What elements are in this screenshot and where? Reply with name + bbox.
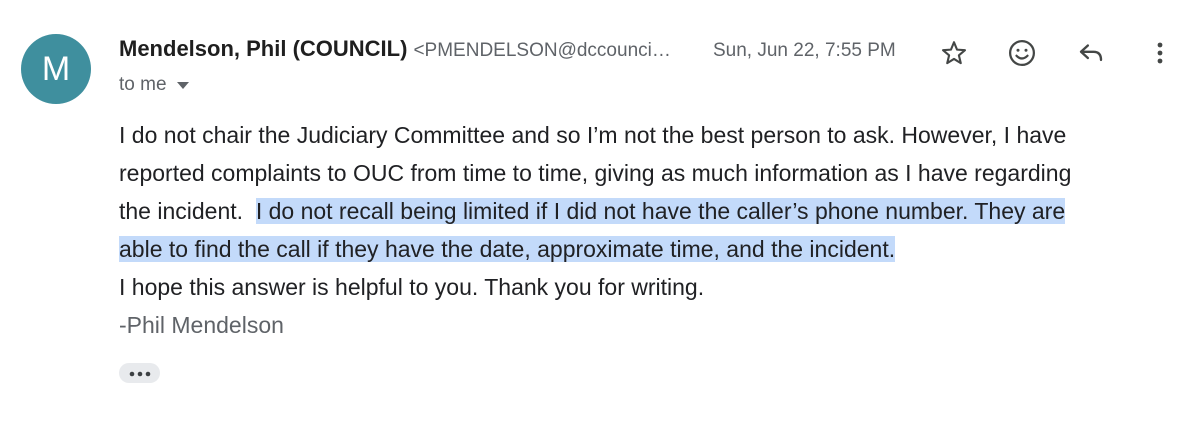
recipient-toggle[interactable]: to me [119,74,189,96]
body-line: reported complaints to OUC from time to … [119,160,1072,186]
highlighted-text: able to find the call if they have the d… [119,236,896,262]
message-body: I do not chair the Judiciary Committee a… [119,116,1179,344]
sender-info: Mendelson, Phil (COUNCIL) <PMENDELSON@dc… [119,36,673,62]
sender-avatar[interactable]: M [21,34,91,104]
body-text: the incident. [119,198,256,224]
ellipsis-icon [129,364,151,382]
star-button[interactable] [937,36,971,70]
highlighted-text: I do not recall being limited if I did n… [255,198,1066,224]
star-icon [940,39,968,67]
chevron-down-icon [176,74,189,96]
body-line: able to find the call if they have the d… [119,230,1179,268]
add-reaction-button[interactable] [1005,36,1039,70]
body-line: the incident. I do not recall being limi… [119,192,1179,230]
reply-icon [1076,38,1106,68]
body-line: I do not chair the Judiciary Committee a… [119,122,1067,148]
body-line: I hope this answer is helpful to you. Th… [119,274,705,300]
reply-button[interactable] [1074,36,1108,70]
recipient-label: to me [119,74,167,95]
sender-email[interactable]: <PMENDELSON@dccouncil.gov> [413,40,673,62]
show-trimmed-content-button[interactable] [119,363,160,383]
signature: -Phil Mendelson [119,312,284,338]
message-date: Sun, Jun 22, 7:55 PM [713,40,896,61]
sender-name[interactable]: Mendelson, Phil (COUNCIL) [119,36,407,62]
message-header: Mendelson, Phil (COUNCIL) <PMENDELSON@dc… [119,36,1179,68]
more-options-button[interactable] [1143,36,1177,70]
avatar-letter: M [41,49,71,88]
more-vertical-icon [1156,41,1164,65]
emoji-reaction-icon [1007,38,1037,68]
